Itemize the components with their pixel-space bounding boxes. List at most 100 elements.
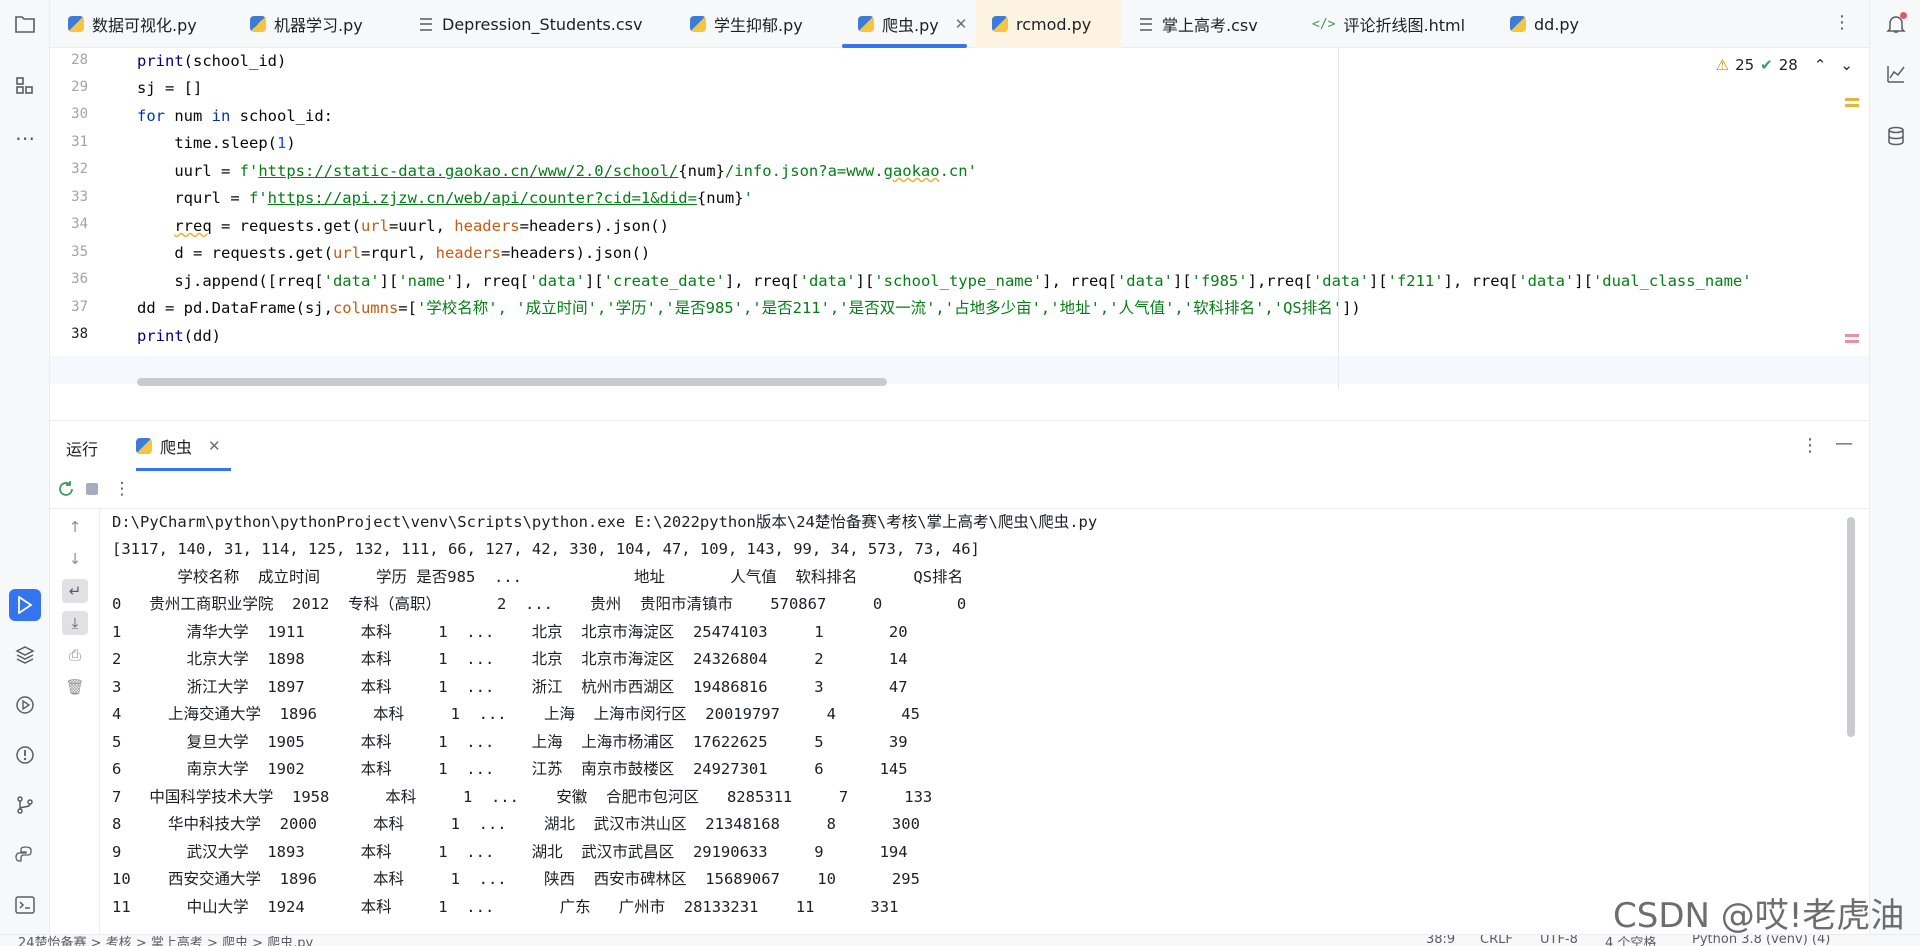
sciview-chart-icon[interactable] bbox=[1880, 58, 1912, 90]
tab-data-visualization[interactable]: 数据可视化.py bbox=[68, 0, 197, 48]
code-line-31[interactable]: time.sleep(1) bbox=[137, 130, 295, 157]
console-line: 1 清华大学 1911 本科 1 ... 北京 北京市海淀区 25474103 … bbox=[112, 623, 908, 641]
file-encoding[interactable]: UTF-8 bbox=[1540, 935, 1578, 946]
close-run-tab-icon[interactable]: ✕ bbox=[208, 437, 221, 455]
python-file-icon bbox=[1510, 16, 1526, 32]
tab-dd[interactable]: dd.py bbox=[1510, 0, 1579, 48]
scroll-to-end-icon[interactable]: ⤓ bbox=[62, 611, 88, 635]
python-file-icon bbox=[136, 438, 152, 454]
tab-rcmod[interactable]: rcmod.py bbox=[976, 0, 1122, 48]
database-icon[interactable] bbox=[1880, 120, 1912, 152]
line-number: 35 bbox=[71, 244, 88, 260]
run-tool-icon[interactable] bbox=[9, 589, 41, 621]
code-line-32[interactable]: uurl = f'https://static-data.gaokao.cn/w… bbox=[137, 158, 977, 185]
python-file-icon bbox=[858, 16, 874, 32]
run-header: 运行 爬虫 ✕ ⋮ — bbox=[50, 421, 1869, 471]
python-console-icon[interactable] bbox=[9, 839, 41, 871]
console-line: 11 中山大学 1924 本科 1 ... 广东 广州市 28133231 11… bbox=[112, 898, 899, 916]
project-folder-icon[interactable] bbox=[9, 8, 41, 40]
check-icon: ✔ bbox=[1760, 56, 1773, 74]
line-number: 36 bbox=[71, 271, 88, 287]
tab-machine-learning[interactable]: 机器学习.py bbox=[250, 0, 363, 48]
python-file-icon bbox=[992, 16, 1008, 32]
line-number: 32 bbox=[71, 161, 88, 177]
scroll-up-icon[interactable]: ↑ bbox=[62, 515, 88, 539]
line-number: 30 bbox=[71, 106, 88, 122]
code-line-37[interactable]: dd = pd.DataFrame(sj,columns=['学校名称', '成… bbox=[137, 295, 1361, 322]
run-window-title: 运行 bbox=[66, 440, 99, 459]
notifications-bell-icon[interactable] bbox=[1880, 8, 1912, 40]
python-file-icon bbox=[690, 16, 706, 32]
line-number: 37 bbox=[71, 299, 88, 315]
soft-wrap-icon[interactable]: ↵ bbox=[62, 579, 88, 603]
console-line: 3 浙江大学 1897 本科 1 ... 浙江 杭州市西湖区 19486816 … bbox=[112, 678, 908, 696]
structure-icon[interactable] bbox=[9, 70, 41, 102]
code-line-36[interactable]: sj.append([rreq['data']['name'], rreq['d… bbox=[137, 268, 1751, 295]
error-stripe-marker[interactable] bbox=[1845, 334, 1859, 337]
warning-stripe-marker[interactable] bbox=[1845, 104, 1859, 107]
next-highlight-icon[interactable]: ⌄ bbox=[1840, 56, 1853, 74]
line-separator[interactable]: CRLF bbox=[1480, 935, 1513, 946]
tab-gaokao-csv[interactable]: 掌上高考.csv bbox=[1140, 0, 1258, 48]
stop-icon[interactable] bbox=[80, 477, 104, 501]
code-line-33[interactable]: rqurl = f'https://api.zjzw.cn/web/api/co… bbox=[137, 185, 753, 212]
warning-icon: ⚠ bbox=[1715, 56, 1730, 74]
warning-stripe-marker[interactable] bbox=[1845, 98, 1859, 101]
run-toolbar: ⋮ bbox=[50, 471, 1869, 509]
code-editor[interactable]: 28 29 30 31 32 33 34 35 36 37 38 print(s… bbox=[50, 48, 1869, 390]
status-breadcrumb[interactable]: 24楚怡备赛 > 考核 > 掌上高考 > 爬虫 > 爬虫.py bbox=[18, 935, 313, 946]
caret-position[interactable]: 38:9 bbox=[1426, 935, 1455, 946]
csdn-watermark: CSDN @哎!老虎油 bbox=[1613, 896, 1905, 936]
console-vertical-scrollbar[interactable] bbox=[1847, 517, 1855, 737]
error-stripe-marker[interactable] bbox=[1845, 340, 1859, 343]
csv-file-icon bbox=[1140, 17, 1152, 31]
line-number: 33 bbox=[71, 189, 88, 205]
tab-crawler-active[interactable]: 爬虫.py ✕ bbox=[841, 0, 968, 48]
git-icon[interactable] bbox=[9, 789, 41, 821]
console-line: 学校名称 成立时间 学历 是否985 ... 地址 人气值 软科排名 QS排名 bbox=[112, 568, 964, 586]
notification-dot bbox=[1900, 12, 1907, 19]
code-line-30[interactable]: for num in school_id: bbox=[137, 103, 333, 130]
previous-highlight-icon[interactable]: ⌃ bbox=[1814, 56, 1827, 74]
rerun-icon[interactable] bbox=[54, 477, 78, 501]
ok-count: 28 bbox=[1778, 56, 1798, 74]
clear-all-trash-icon[interactable]: 🗑 bbox=[62, 675, 88, 699]
console-line: 8 华中科技大学 2000 本科 1 ... 湖北 武汉市洪山区 2134816… bbox=[112, 815, 920, 833]
layers-icon[interactable] bbox=[9, 639, 41, 671]
more-tools-icon[interactable]: ⋯ bbox=[9, 122, 41, 154]
close-tab-icon[interactable]: ✕ bbox=[955, 15, 968, 33]
tab-options-menu-icon[interactable]: ⋮ bbox=[1833, 12, 1851, 33]
code-line-38[interactable]: print(dd) bbox=[137, 323, 221, 350]
minimize-panel-icon[interactable]: — bbox=[1835, 433, 1853, 454]
console-line: 6 南京大学 1902 本科 1 ... 江苏 南京市鼓楼区 24927301 … bbox=[112, 760, 908, 778]
console-line: 10 西安交通大学 1896 本科 1 ... 陕西 西安市碑林区 156890… bbox=[112, 870, 920, 888]
console-line: 2 北京大学 1898 本科 1 ... 北京 北京市海淀区 24326804 … bbox=[112, 650, 908, 668]
more-actions-icon[interactable]: ⋮ bbox=[110, 477, 134, 501]
code-line-34[interactable]: rreq = requests.get(url=uurl, headers=he… bbox=[137, 213, 669, 240]
code-line-35[interactable]: d = requests.get(url=rqurl, headers=head… bbox=[137, 240, 650, 267]
code-line-28[interactable]: print(school_id) bbox=[137, 48, 286, 75]
problems-icon[interactable] bbox=[9, 739, 41, 771]
editor-tab-bar: 数据可视化.py 机器学习.py Depression_Students.csv… bbox=[50, 0, 1869, 48]
html-file-icon: </> bbox=[1312, 16, 1336, 32]
line-number: 31 bbox=[71, 134, 88, 150]
csv-file-icon bbox=[420, 17, 432, 31]
run-options-menu-icon[interactable]: ⋮ bbox=[1801, 435, 1819, 456]
inspection-widget[interactable]: ⚠ 25 ✔ 28 ⌃ ⌄ bbox=[1716, 56, 1853, 74]
tab-student-depression[interactable]: 学生抑郁.py bbox=[690, 0, 803, 48]
line-number: 28 bbox=[71, 52, 88, 68]
code-line-29[interactable]: sj = [] bbox=[137, 75, 202, 102]
tab-depression-students-csv[interactable]: Depression_Students.csv bbox=[420, 0, 642, 48]
console-line: [3117, 140, 31, 114, 125, 132, 111, 66, … bbox=[112, 540, 980, 558]
run-config-tab[interactable]: 爬虫 ✕ bbox=[136, 421, 231, 471]
tab-comment-line-chart-html[interactable]: </> 评论折线图.html bbox=[1312, 0, 1465, 48]
console-output[interactable]: D:\PyCharm\python\pythonProject\venv\Scr… bbox=[112, 509, 1852, 935]
editor-horizontal-scrollbar[interactable] bbox=[137, 378, 887, 386]
line-number: 34 bbox=[71, 216, 88, 232]
print-icon[interactable]: ⎙ bbox=[62, 643, 88, 667]
console-line: 7 中国科学技术大学 1958 本科 1 ... 安徽 合肥市包河区 82853… bbox=[112, 788, 933, 806]
console-line: D:\PyCharm\python\pythonProject\venv\Scr… bbox=[112, 513, 1098, 531]
terminal-icon[interactable] bbox=[9, 889, 41, 921]
services-icon[interactable] bbox=[9, 689, 41, 721]
scroll-down-icon[interactable]: ↓ bbox=[62, 547, 88, 571]
